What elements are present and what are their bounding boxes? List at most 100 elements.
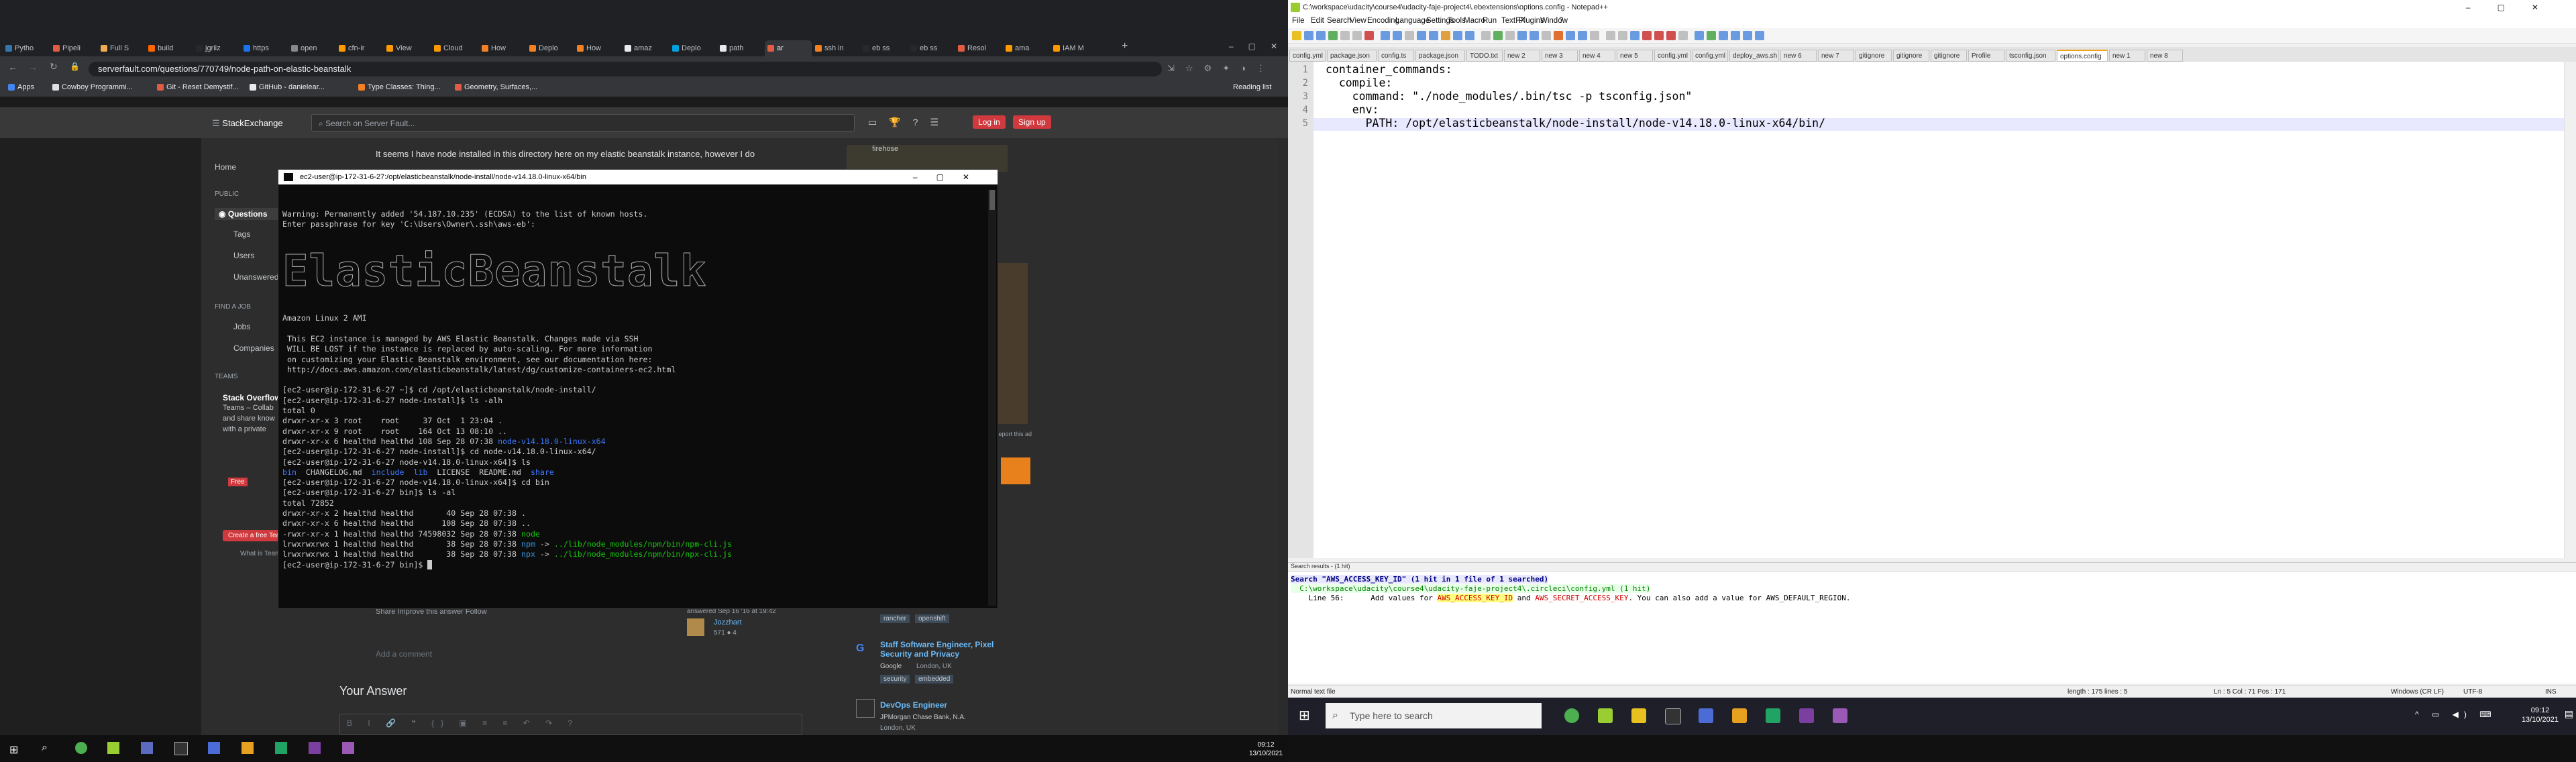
npp-toolbar-icon[interactable] <box>1429 31 1438 40</box>
npp-toolbar-icon[interactable] <box>1755 31 1764 40</box>
avatar[interactable] <box>687 618 704 636</box>
chrome-tab[interactable]: Pytho <box>3 40 50 56</box>
terminal-scrollbar[interactable] <box>988 190 996 606</box>
firehose-link[interactable]: firehose <box>872 145 898 153</box>
chrome-tab[interactable]: Pipeli <box>50 40 97 56</box>
npp-toolbar-icon[interactable] <box>1642 31 1652 40</box>
npp-toolbar-icon[interactable] <box>1505 31 1515 40</box>
npp-toolbar-icon[interactable] <box>1316 31 1326 40</box>
code-line[interactable]: compile: <box>1326 76 1392 89</box>
npp-toolbar-icon[interactable] <box>1517 31 1527 40</box>
npp-toolbar-icon[interactable] <box>1731 31 1740 40</box>
npp-toolbar-icon[interactable] <box>1566 31 1575 40</box>
npp-toolbar-icon[interactable] <box>1304 31 1313 40</box>
vs-icon[interactable] <box>1799 708 1814 723</box>
chrome-tab[interactable]: ama <box>1003 40 1050 56</box>
npp-file-tab[interactable]: new 7 <box>1818 50 1854 62</box>
npp-toolbar-icon[interactable] <box>1618 31 1627 40</box>
forward-icon[interactable]: → <box>28 62 38 72</box>
npp-toolbar-icon[interactable] <box>1542 31 1551 40</box>
npp-toolbar-icon[interactable] <box>1328 31 1338 40</box>
video-thumbnail[interactable] <box>998 263 1028 424</box>
terminal-window-controls[interactable]: –▢✕ <box>913 170 988 184</box>
code-line[interactable]: env: <box>1326 103 1379 116</box>
nav-companies[interactable]: Companies <box>233 343 274 353</box>
windows-start-icon-r[interactable]: ⊞ <box>1299 707 1310 724</box>
npp-toolbar-icon[interactable] <box>1381 31 1390 40</box>
npp-file-tab[interactable]: new 3 <box>1542 50 1578 62</box>
sticky-icon[interactable] <box>1631 708 1646 723</box>
npp-menu-item[interactable]: File <box>1292 17 1305 25</box>
chrome-tab[interactable]: open <box>288 40 335 56</box>
pycharm-taskbar-icon[interactable] <box>275 742 287 754</box>
npp-toolbar-icon[interactable] <box>1578 31 1587 40</box>
npp-file-tab[interactable]: config.yml <box>1289 50 1326 62</box>
chrome-tab[interactable]: ar <box>765 40 812 56</box>
new-tab-button[interactable]: + <box>1122 40 1128 52</box>
npp-menu-item[interactable]: View <box>1350 17 1366 25</box>
npp-menu-item[interactable]: Tools <box>1448 17 1466 25</box>
chrome-tab[interactable]: IAM M <box>1051 40 1097 56</box>
system-tray-icons[interactable]: ^ ▭ ◀) ⌨ <box>2415 710 2497 719</box>
nav-home[interactable]: Home <box>215 162 236 172</box>
code-line[interactable]: PATH: /opt/elasticbeanstalk/node-install… <box>1326 117 1825 129</box>
pycharm-icon[interactable] <box>1766 708 1780 723</box>
chrome-tab[interactable]: Resol <box>955 40 1002 56</box>
job2-title[interactable]: DevOps Engineer <box>880 700 947 710</box>
bookmark-item[interactable]: Type Classes: Thing... <box>358 83 441 91</box>
teams-icon[interactable] <box>1699 708 1713 723</box>
explorer-taskbar-icon[interactable] <box>241 742 254 754</box>
npp-file-tab[interactable]: package.json <box>1327 50 1377 62</box>
npp-toolbar-icon[interactable] <box>1340 31 1350 40</box>
npp-toolbar-icon[interactable] <box>1364 31 1374 40</box>
chrome-tab[interactable]: Deplo <box>527 40 574 56</box>
npp-toolbar-icon[interactable] <box>1554 31 1563 40</box>
npp-toolbar-icon[interactable] <box>1630 31 1640 40</box>
terminal-window[interactable]: ec2-user@ip-172-31-6-27:/opt/elasticbean… <box>278 169 998 609</box>
npp-menu-item[interactable]: Language <box>1395 17 1430 25</box>
onenote-icon[interactable] <box>1833 708 1847 723</box>
site-search-input[interactable]: ⌕ Search on Server Fault... <box>311 114 855 131</box>
search-file-result[interactable]: C:\workspace\udacity\course4\udacity-faj… <box>1291 584 1651 593</box>
npp-vertical-scrollbar[interactable] <box>2564 62 2576 558</box>
chrome-tab[interactable]: Cloud <box>431 40 478 56</box>
nav-users[interactable]: Users <box>233 251 254 260</box>
npp-file-tab[interactable]: package.json <box>1415 50 1465 62</box>
search-summary[interactable]: Search "AWS_ACCESS_KEY_ID" (1 hit in 1 f… <box>1291 575 1549 584</box>
chrome-tab[interactable]: path <box>717 40 764 56</box>
notepadpp-taskbar-icon[interactable] <box>107 742 119 754</box>
menu-icon[interactable]: ☰ <box>212 118 220 128</box>
npp-toolbar-icon[interactable] <box>1666 31 1676 40</box>
chrome-tab[interactable]: View <box>384 40 431 56</box>
npp-toolbar-icon[interactable] <box>1405 31 1414 40</box>
explorer-icon[interactable] <box>1732 708 1747 723</box>
npp-file-tab[interactable]: config.ts <box>1378 50 1414 62</box>
npp-toolbar-icon[interactable] <box>1453 31 1462 40</box>
npp-toolbar-icon[interactable] <box>1678 31 1688 40</box>
npp-toolbar-icon[interactable] <box>1695 31 1704 40</box>
npp-toolbar-icon[interactable] <box>1417 31 1426 40</box>
npp-file-tab[interactable]: new 1 <box>2109 50 2145 62</box>
npp-toolbar-icon[interactable] <box>1743 31 1752 40</box>
editor-toolbar[interactable]: B I 🔗 ❝ {} ▣ ≡ ≡ ↶ ↷ ? <box>339 714 802 735</box>
npp-file-tab[interactable]: new 6 <box>1780 50 1817 62</box>
npp-toolbar-icon[interactable] <box>1441 31 1450 40</box>
job1-title[interactable]: Staff Software Engineer, Pixel Security … <box>880 640 1028 659</box>
terminal-taskbar-icon[interactable] <box>174 742 188 755</box>
windows-start-icon[interactable]: ⊞ <box>9 743 18 757</box>
npp-file-tab[interactable]: TODO.txt <box>1466 50 1503 62</box>
npp-toolbar-icon[interactable] <box>1590 31 1599 40</box>
report-ad-link[interactable]: Report this ad <box>994 431 1032 437</box>
chrome-tab[interactable]: Deplo <box>669 40 716 56</box>
chrome-tab[interactable]: amaz <box>622 40 669 56</box>
notepadpp-icon[interactable] <box>1598 708 1613 723</box>
bookmark-item[interactable]: Apps <box>8 83 34 91</box>
window-controls[interactable]: –▢✕ <box>1229 42 1292 51</box>
bookmark-item[interactable]: Git - Reset Demystif... <box>157 83 239 91</box>
npp-file-tab[interactable]: tsconfig.json <box>2006 50 2055 62</box>
chrome-icon[interactable] <box>1564 708 1579 723</box>
npp-menu-item[interactable]: Edit <box>1311 17 1324 25</box>
npp-file-tab[interactable]: Profile <box>1968 50 2004 62</box>
tag-openshift[interactable]: openshift <box>915 614 949 623</box>
chrome-tab[interactable]: Full S <box>98 40 145 56</box>
